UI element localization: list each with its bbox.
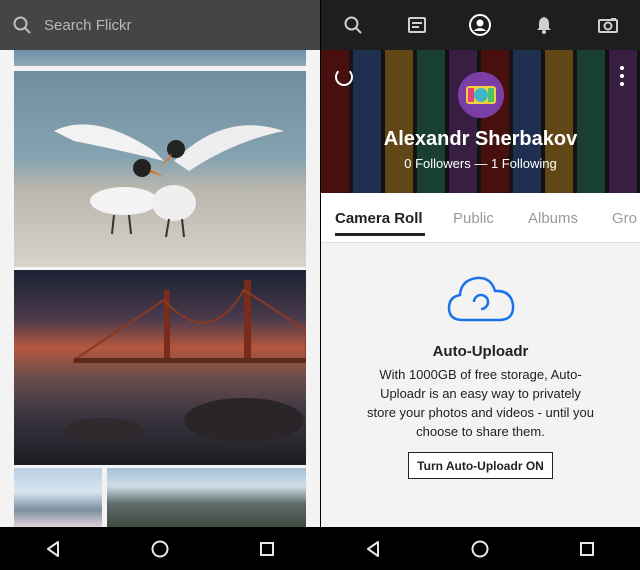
feed-photo-city[interactable] (14, 468, 102, 527)
home-icon[interactable] (140, 527, 180, 570)
active-tab-indicator (335, 233, 425, 236)
search-bar[interactable]: Search Flickr (0, 0, 320, 50)
top-navigation (321, 0, 640, 50)
profile-name: Alexandr Sherbakov (383, 128, 578, 150)
back-icon[interactable] (353, 527, 393, 570)
avatar[interactable] (458, 72, 504, 118)
feed-photo-mountains[interactable] (107, 468, 306, 527)
feed-photo-terns[interactable] (14, 71, 306, 267)
profile-tabs: Camera Roll Public Albums Gro (321, 193, 640, 243)
bell-icon[interactable] (524, 0, 564, 50)
more-options-icon[interactable] (620, 66, 624, 86)
tab-camera-roll[interactable]: Camera Roll (335, 210, 423, 227)
explore-screen: Search Flickr (0, 0, 320, 527)
recents-icon[interactable] (247, 527, 287, 570)
recents-icon[interactable] (567, 527, 607, 570)
camera-icon[interactable] (588, 0, 628, 50)
feed-photo[interactable] (14, 50, 306, 66)
tab-groups[interactable]: Gro (612, 210, 637, 227)
profile-icon[interactable] (460, 0, 500, 50)
home-icon[interactable] (460, 527, 500, 570)
android-navbar-left (0, 527, 320, 570)
search-icon[interactable] (333, 0, 373, 50)
auto-uploadr-description: With 1000GB of free storage, Auto-Upload… (367, 367, 594, 439)
sync-spinner-icon (335, 68, 353, 86)
turn-auto-uploadr-on-button[interactable]: Turn Auto-Uploadr ON (408, 452, 553, 479)
feed-photo-bridge[interactable] (14, 270, 306, 465)
search-icon[interactable] (0, 0, 44, 50)
cloud-sync-icon (445, 274, 517, 326)
profile-screen: Alexandr Sherbakov 0 Followers — 1 Follo… (321, 0, 640, 527)
feed-icon[interactable] (397, 0, 437, 50)
follow-counts[interactable]: 0 Followers — 1 Following (321, 156, 640, 171)
auto-uploadr-title: Auto-Uploadr (432, 343, 529, 360)
search-input[interactable]: Search Flickr (44, 17, 132, 34)
android-navbar-right (320, 527, 640, 570)
tab-public[interactable]: Public (453, 210, 494, 227)
back-icon[interactable] (33, 527, 73, 570)
tab-albums[interactable]: Albums (528, 210, 578, 227)
profile-cover: Alexandr Sherbakov 0 Followers — 1 Follo… (321, 50, 640, 193)
